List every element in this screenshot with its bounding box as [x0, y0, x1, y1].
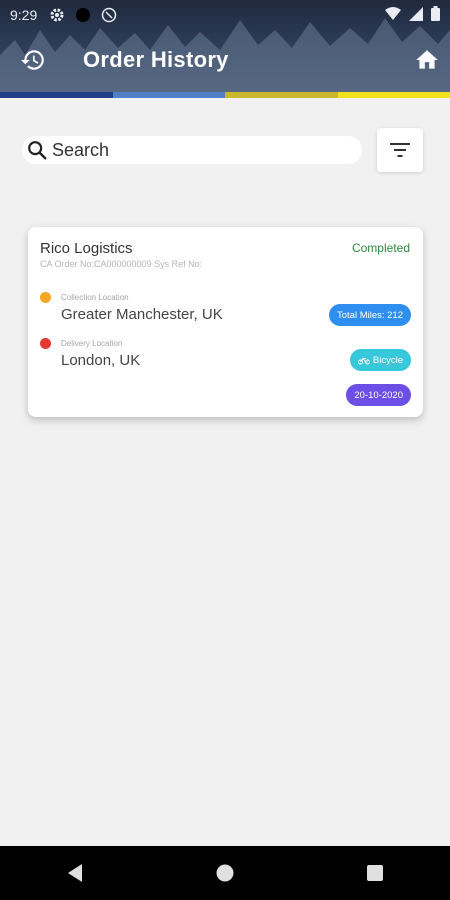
app-bar: Order History [0, 30, 450, 90]
page-title: Order History [83, 47, 229, 72]
system-nav-bar [0, 846, 450, 900]
search-icon [28, 141, 47, 160]
battery-icon [431, 6, 440, 24]
status-time: 9:29 [10, 7, 38, 23]
company-name: Rico Logistics [40, 240, 133, 257]
filter-button[interactable] [377, 128, 423, 172]
search-input[interactable] [52, 139, 342, 161]
date-badge: 20-10-2020 [346, 384, 411, 406]
color-strip [0, 92, 450, 98]
order-status: Completed [351, 241, 410, 255]
collection-dot [40, 292, 51, 303]
date-text: 20-10-2020 [354, 389, 403, 401]
app-header: 9:29 Order History [0, 0, 450, 92]
delivery-dot [40, 338, 51, 349]
gear-icon [49, 7, 65, 23]
status-bar: 9:29 [0, 0, 450, 30]
delivery-label: Delivery Location [61, 339, 123, 348]
search-bar[interactable] [22, 136, 362, 164]
history-button[interactable] [13, 40, 53, 80]
strip-segment-2 [112, 92, 225, 98]
strip-segment-1 [0, 92, 113, 98]
status-right [385, 6, 440, 24]
no-disturb-icon [101, 7, 117, 23]
strip-segment-4 [337, 92, 450, 98]
bicycle-icon [357, 357, 370, 364]
total-miles-text: Total Miles: 212 [336, 309, 403, 321]
recents-button[interactable] [355, 853, 395, 893]
history-icon [21, 50, 44, 70]
home-button[interactable] [407, 40, 447, 80]
filter-icon [390, 143, 410, 157]
home-icon [416, 50, 438, 69]
home-nav-button[interactable] [205, 853, 245, 893]
vehicle-text: Bicycle [372, 354, 403, 366]
back-icon [68, 864, 82, 882]
back-button[interactable] [55, 853, 95, 893]
recents-icon [367, 865, 383, 881]
strip-segment-3 [225, 92, 338, 98]
delivery-location: London, UK [61, 352, 141, 369]
signal-icon [409, 6, 423, 24]
circle-icon [75, 7, 91, 23]
vehicle-badge: Bicycle [349, 349, 411, 371]
total-miles-badge: Total Miles: 212 [328, 304, 411, 326]
collection-location: Greater Manchester, UK [61, 306, 223, 323]
collection-label: Collection Location [61, 293, 129, 302]
wifi-icon [385, 6, 401, 24]
home-circle-icon [216, 864, 234, 882]
order-number: CA Order No:CA000000009 Sys Ref No: [40, 259, 203, 269]
order-card[interactable]: Rico Logistics CA Order No:CA000000009 S… [28, 227, 423, 417]
